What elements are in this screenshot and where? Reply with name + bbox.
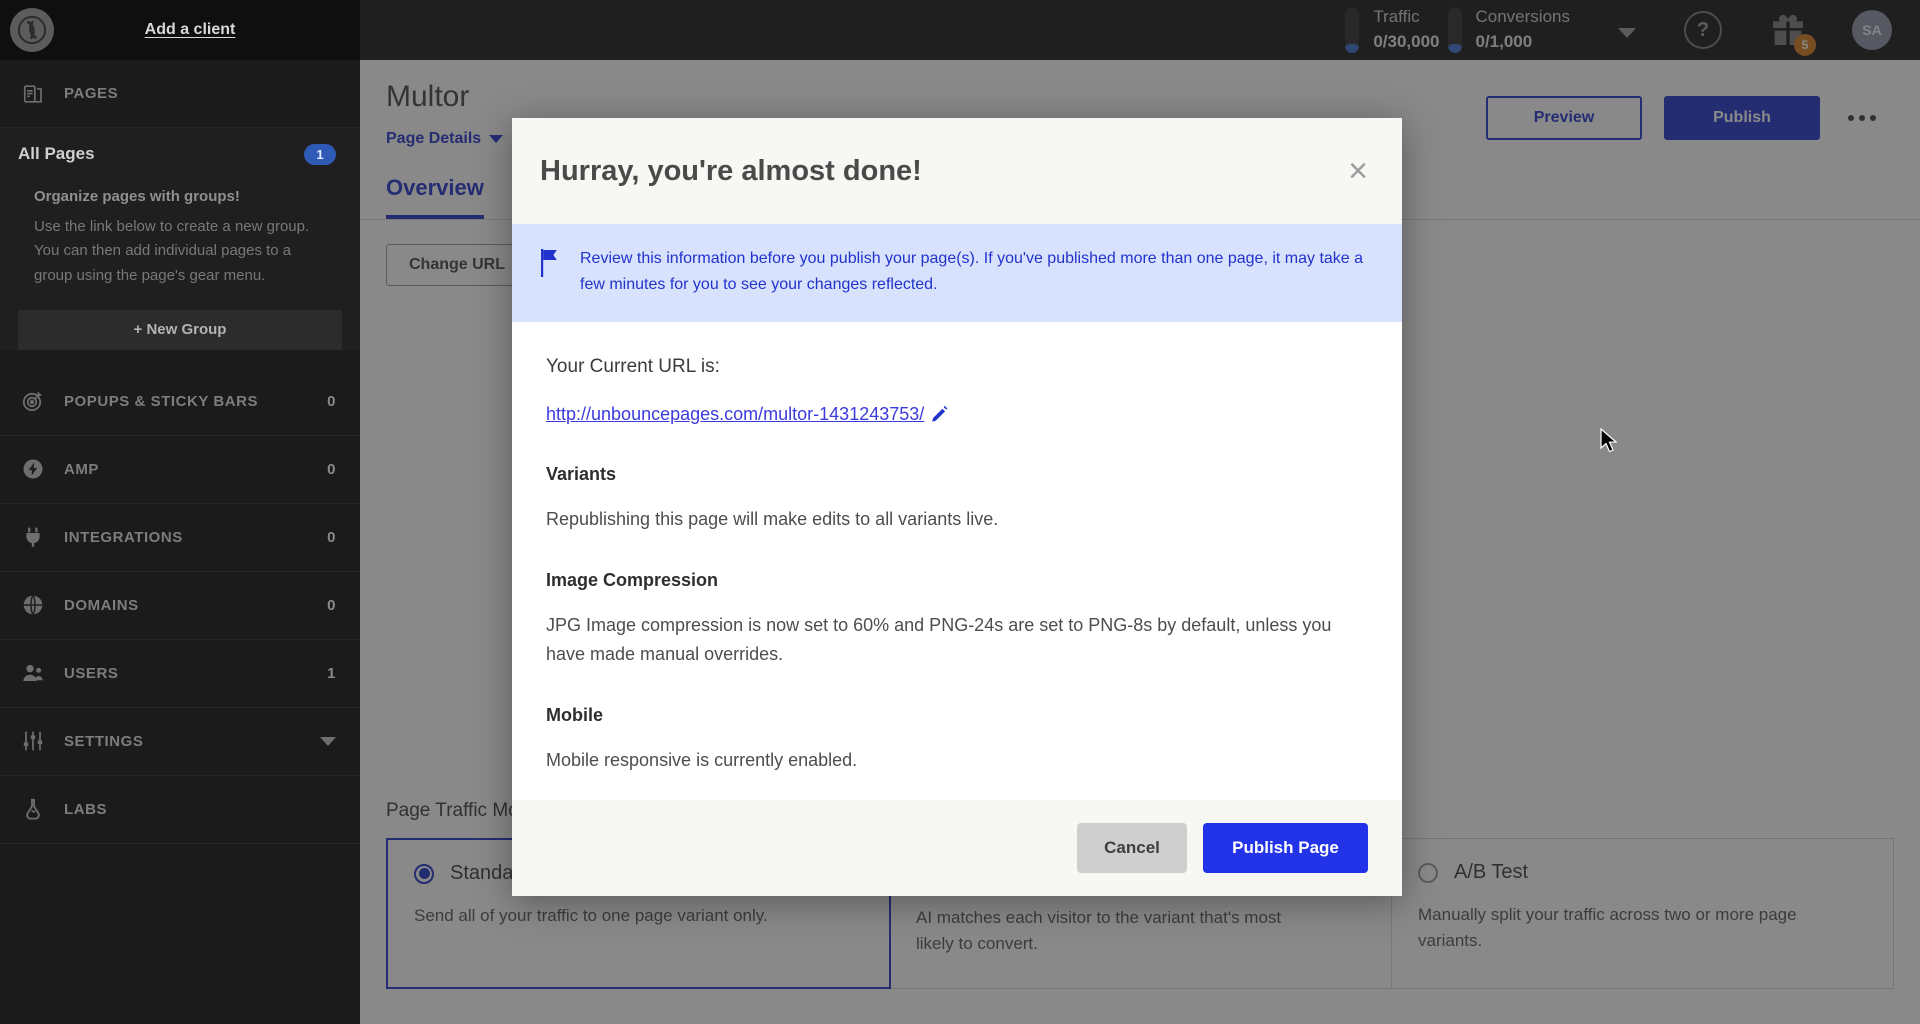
- section-body: Mobile responsive is currently enabled.: [546, 750, 858, 771]
- sidebar-item-users[interactable]: USERS 1: [0, 640, 360, 708]
- sidebar-item-integrations[interactable]: INTEGRATIONS 0: [0, 504, 360, 572]
- unbounce-logo-icon[interactable]: [10, 8, 54, 52]
- sidebar-item-domains[interactable]: DOMAINS 0: [0, 572, 360, 640]
- globe-icon: [18, 590, 48, 620]
- sidebar-item-label: SETTINGS: [64, 732, 144, 750]
- modal-footer: Cancel Publish Page: [512, 800, 1402, 896]
- current-url-link[interactable]: http://unbouncepages.com/multor-14312437…: [546, 404, 924, 425]
- sidebar-item-count: 0: [327, 528, 336, 546]
- section-heading: Mobile: [546, 705, 603, 726]
- modal-info-text: Review this information before you publi…: [580, 250, 1364, 293]
- bolt-icon: [18, 454, 48, 484]
- sidebar-item-label: USERS: [64, 664, 119, 682]
- pages-panel: All Pages 1 Organize pages with groups! …: [0, 128, 360, 350]
- section-body: Republishing this page will make edits t…: [546, 508, 999, 529]
- sidebar-item-count: 1: [327, 664, 336, 682]
- logo-glyph: [17, 15, 47, 45]
- all-pages-count-badge: 1: [304, 143, 336, 165]
- edit-pencil-icon[interactable]: [928, 404, 950, 426]
- sidebar-item-label: PAGES: [64, 85, 119, 102]
- chevron-down-icon: [320, 736, 336, 746]
- all-pages-label: All Pages: [18, 144, 95, 163]
- modal-header: Hurray, you're almost done! ×: [512, 118, 1402, 224]
- cancel-button[interactable]: Cancel: [1077, 823, 1187, 873]
- modal-body: Your Current URL is: http://unbouncepage…: [512, 322, 1402, 800]
- sidebar-item-labs[interactable]: LABS: [0, 776, 360, 844]
- flask-icon: [18, 794, 48, 824]
- sidebar-item-count: 0: [327, 596, 336, 614]
- section-heading: Variants: [546, 463, 617, 484]
- groups-hint-body: Use the link below to create a new group…: [34, 218, 310, 284]
- sidebar: Add a client PAGES All Pages 1 Organize …: [0, 0, 360, 1024]
- sidebar-item-label: AMP: [64, 460, 99, 478]
- users-icon: [18, 658, 48, 688]
- section-body: JPG Image compression is now set to 60% …: [546, 614, 1332, 665]
- sidebar-item-label: INTEGRATIONS: [64, 528, 183, 546]
- sidebar-item-pages[interactable]: PAGES: [0, 60, 360, 128]
- groups-hint: Organize pages with groups! Use the link…: [0, 180, 360, 302]
- pages-icon: [18, 79, 48, 109]
- mouse-cursor: [1600, 427, 1620, 461]
- modal-title: Hurray, you're almost done!: [540, 154, 922, 187]
- target-icon: [18, 386, 48, 416]
- sidebar-item-label: POPUPS & STICKY BARS: [64, 392, 259, 410]
- new-group-button[interactable]: + New Group: [18, 309, 342, 350]
- app-root: Traffic 0/30,000 Conversions 0/1,000 ? 5…: [0, 0, 1920, 1024]
- groups-hint-title: Organize pages with groups!: [34, 188, 240, 205]
- flag-icon: [540, 248, 562, 298]
- close-icon[interactable]: ×: [1348, 154, 1368, 188]
- current-url-label: Your Current URL is:: [546, 355, 720, 377]
- publish-page-button[interactable]: Publish Page: [1203, 823, 1368, 873]
- sliders-icon: [18, 726, 48, 756]
- sidebar-item-all-pages[interactable]: All Pages 1: [0, 128, 360, 180]
- sidebar-item-settings[interactable]: SETTINGS: [0, 708, 360, 776]
- sidebar-item-count: 0: [327, 392, 336, 410]
- current-url-row: http://unbouncepages.com/multor-14312437…: [546, 404, 1368, 426]
- publish-confirmation-modal: Hurray, you're almost done! × Review thi…: [512, 118, 1402, 896]
- section-heading: Image Compression: [546, 569, 719, 590]
- modal-info-banner: Review this information before you publi…: [512, 224, 1402, 322]
- sidebar-item-count: 0: [327, 460, 336, 478]
- sidebar-item-label: LABS: [64, 800, 108, 818]
- add-client-link[interactable]: Add a client: [54, 21, 360, 39]
- plug-icon: [18, 522, 48, 552]
- sidebar-item-label: DOMAINS: [64, 596, 139, 614]
- sidebar-item-popups-sticky-bars[interactable]: POPUPS & STICKY BARS 0: [0, 368, 360, 436]
- sidebar-header: Add a client: [0, 0, 360, 60]
- sidebar-item-amp[interactable]: AMP 0: [0, 436, 360, 504]
